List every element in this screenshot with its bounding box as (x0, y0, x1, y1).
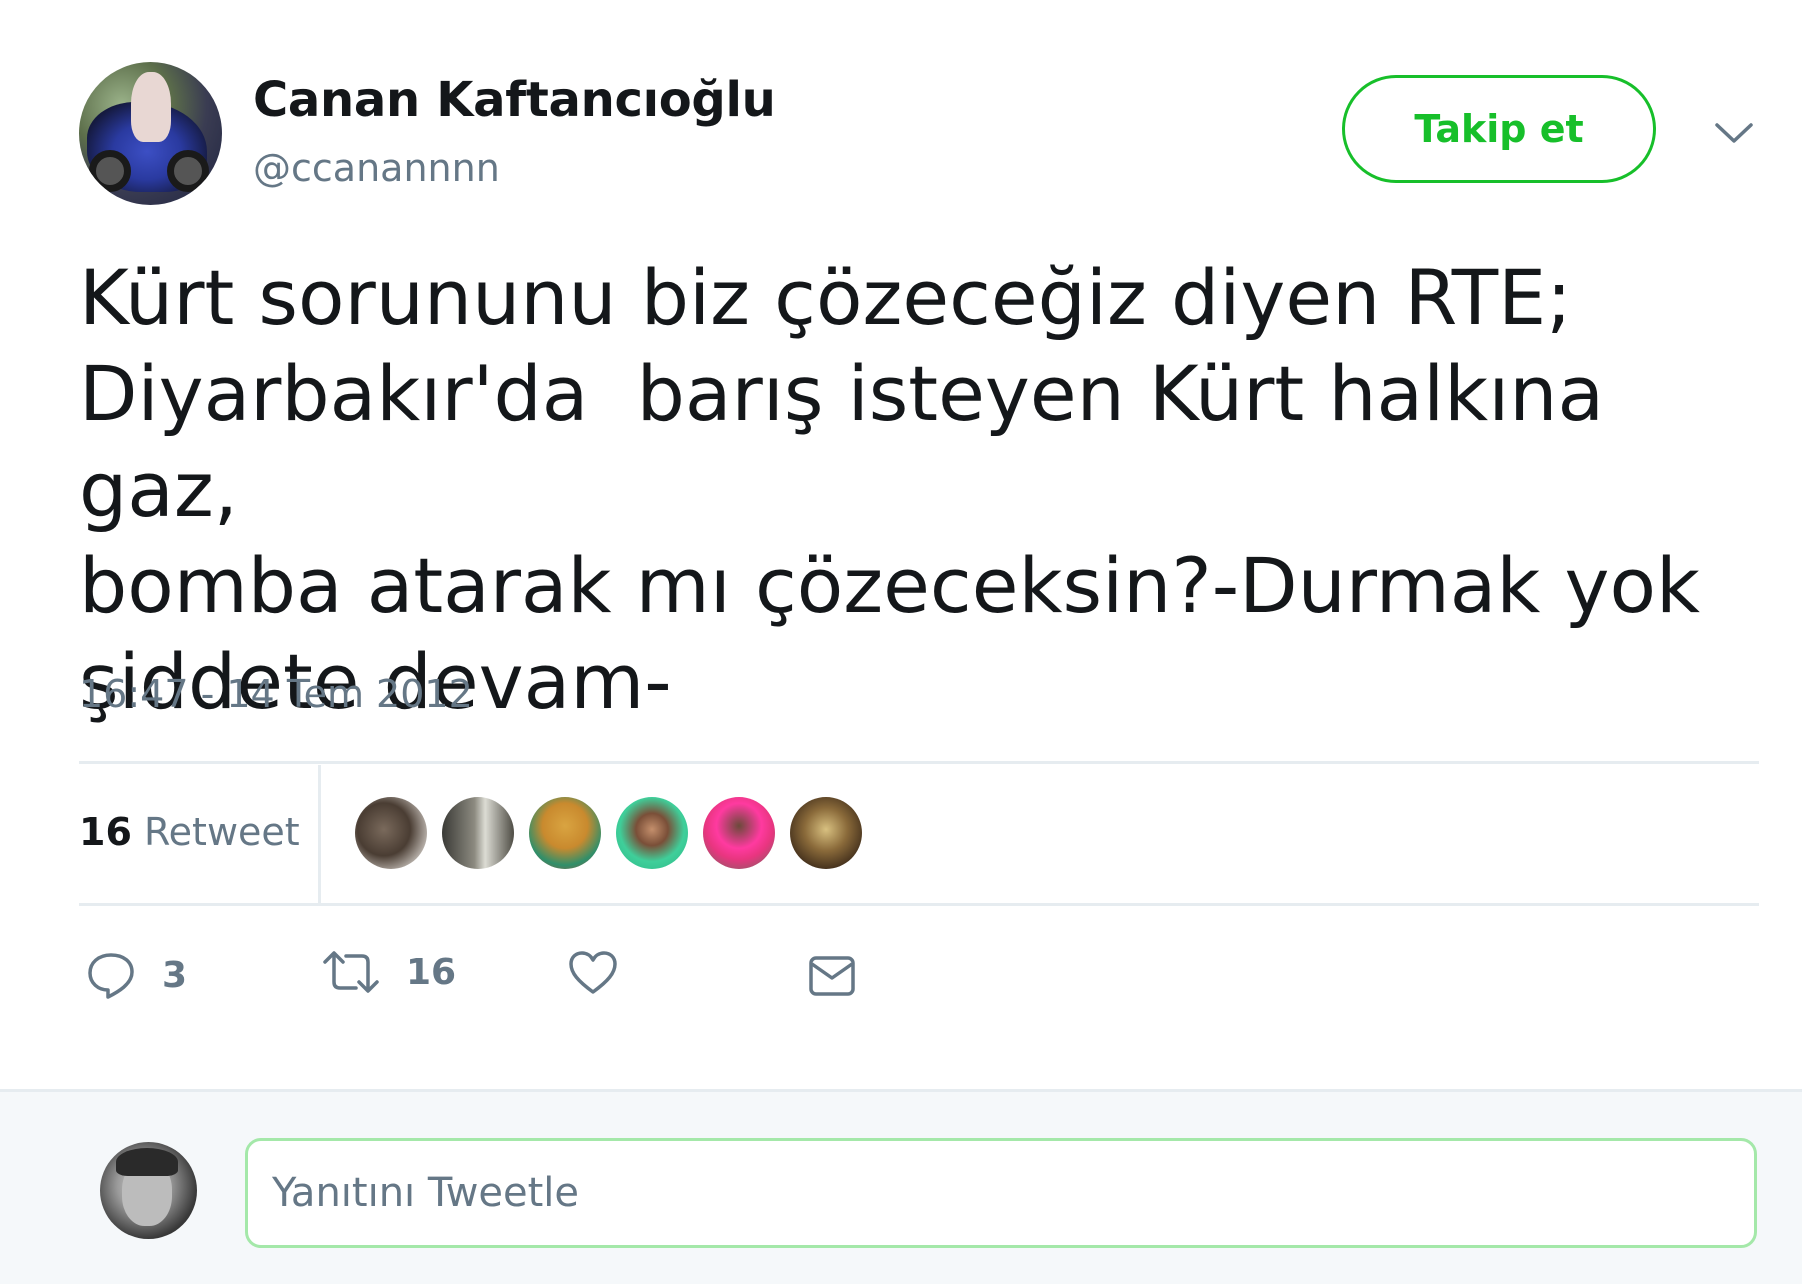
reply-action[interactable]: 3 (86, 950, 187, 1000)
direct-message-icon (809, 956, 855, 996)
retweeter-avatars (355, 797, 862, 869)
divider (79, 903, 1759, 906)
retweeter-avatar[interactable] (703, 797, 775, 869)
tweet-text: Kürt sorununu biz çözeceğiz diyen RTE; D… (79, 253, 1700, 726)
retweeter-avatar[interactable] (355, 797, 427, 869)
chevron-down-icon[interactable] (1713, 113, 1755, 155)
retweeter-avatar[interactable] (616, 797, 688, 869)
retweet-stat[interactable]: 16 Retweet (79, 810, 300, 854)
avatar-wheel (167, 150, 209, 192)
author-avatar[interactable] (79, 62, 222, 205)
reply-icon (88, 953, 134, 999)
retweet-stat-label: Retweet (143, 810, 300, 854)
reply-count: 3 (162, 954, 188, 996)
retweeter-avatar[interactable] (442, 797, 514, 869)
retweet-icon (323, 951, 379, 993)
reply-input[interactable]: Yanıtını Tweetle (245, 1138, 1757, 1248)
divider (79, 761, 1759, 764)
author-handle[interactable]: @ccanannnn (253, 146, 500, 190)
author-name[interactable]: Canan Kaftancıoğlu (253, 72, 776, 128)
like-action[interactable] (568, 950, 618, 996)
avatar-wheel (89, 150, 131, 192)
follow-button[interactable]: Takip et (1342, 75, 1656, 183)
avatar-hair (116, 1148, 178, 1176)
stats-separator (318, 765, 321, 905)
retweeter-avatar[interactable] (790, 797, 862, 869)
tweet-page: Canan Kaftancıoğlu @ccanannnn Takip et K… (0, 0, 1802, 1284)
direct-message-action[interactable] (808, 955, 856, 997)
retweet-stat-count: 16 (79, 810, 132, 854)
avatar-rider (131, 72, 171, 142)
retweet-count: 16 (406, 951, 457, 993)
tweet-timestamp[interactable]: 16:47 - 14 Tem 2012 (79, 672, 473, 716)
retweeter-avatar[interactable] (529, 797, 601, 869)
like-icon (569, 951, 617, 994)
current-user-avatar[interactable] (100, 1142, 197, 1239)
retweet-action[interactable]: 16 (322, 950, 456, 994)
